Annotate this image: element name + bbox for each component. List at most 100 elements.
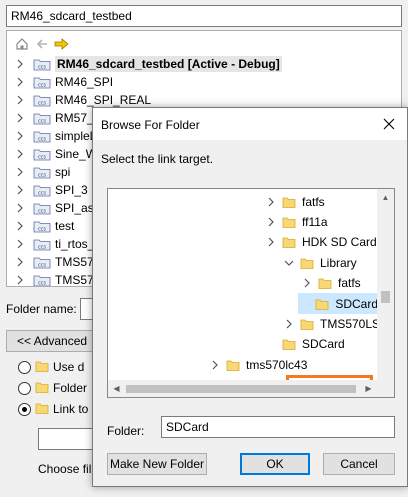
vertical-scrollbar[interactable]: ▲ [377,189,394,382]
home-icon[interactable] [13,35,31,53]
link-target-input[interactable] [38,428,98,450]
chevron-right-icon[interactable] [13,239,27,249]
back-arrow-icon[interactable] [33,35,51,53]
folder-icon [300,256,314,270]
svg-text:ccs: ccs [38,173,46,179]
chevron-right-icon[interactable] [13,221,27,231]
chevron-right-icon[interactable] [264,197,278,207]
folder-icon [318,276,332,290]
svg-text:ccs: ccs [38,191,46,197]
cancel-button[interactable]: Cancel [323,453,395,475]
project-item[interactable]: ccs SPI_3 [7,181,88,199]
dialog-description: Select the link target. [101,152,214,166]
option-radio-row[interactable]: Use d [18,358,84,376]
chevron-right-icon[interactable] [13,167,27,177]
project-label: SPI_3 [55,183,88,197]
folder-label: SDCard [335,296,378,311]
chevron-right-icon[interactable] [13,149,27,159]
project-item[interactable]: ccs SPI_as_ [7,199,100,217]
horizontal-scrollbar[interactable]: ◀ ▶ [108,380,394,397]
ccs-project-icon: ccs [33,129,51,143]
folder-item[interactable]: tms570lc43 [208,354,307,375]
project-item[interactable]: ccs RM57_C [7,109,102,127]
project-label: simpleL [55,129,97,143]
project-label: spi [55,165,71,179]
project-item[interactable]: ccs ti_rtos_ [7,235,94,253]
chevron-right-icon[interactable] [300,278,314,288]
folder-icon [35,359,49,376]
chevron-right-icon[interactable] [282,319,296,329]
forward-arrow-icon[interactable] [53,35,71,53]
svg-text:ccs: ccs [38,281,46,287]
make-new-folder-button[interactable]: Make New Folder [107,453,207,475]
folder-item[interactable]: SDCard [264,334,345,355]
folder-label: Library [320,255,357,270]
chevron-right-icon[interactable] [13,95,27,105]
ccs-project-icon: ccs [33,273,51,287]
option-radio-row[interactable]: Folder [18,379,87,397]
project-path-input[interactable]: RM46_sdcard_testbed [6,5,402,27]
project-item[interactable]: ccs TMS570 [7,253,100,271]
project-item[interactable]: ccs Sine_W [7,145,97,163]
svg-text:ccs: ccs [38,83,46,89]
radio-button[interactable] [18,402,31,416]
chevron-down-icon[interactable] [282,259,296,267]
chevron-right-icon[interactable] [264,237,278,247]
folder-item[interactable]: fatfs [300,273,361,294]
chevron-right-icon[interactable] [13,257,27,267]
project-label: RM46_sdcard_testbed [Active - Debug] [55,56,282,72]
project-label: ti_rtos_ [55,237,95,251]
chevron-right-icon[interactable] [13,275,27,285]
folder-item[interactable]: fatfs [264,191,325,212]
folder-tree[interactable]: fatfs ff11a HDK SD Card Library fatfs SDCard T… [107,188,395,398]
chevron-right-icon[interactable] [208,360,222,370]
vertical-scroll-thumb[interactable] [381,291,390,303]
ccs-project-icon: ccs [33,93,51,107]
folder-name-label: Folder name: [6,302,77,316]
ccs-project-icon: ccs [33,255,51,269]
project-item[interactable]: ccs spi [7,163,70,181]
chevron-right-icon[interactable] [13,77,27,87]
svg-text:ccs: ccs [38,137,46,143]
svg-text:ccs: ccs [38,101,46,107]
option-radio-row[interactable]: Link to [18,400,88,418]
folder-item[interactable]: Library [282,252,357,273]
folder-label: tms570lc43 [246,357,308,372]
option-label: Link to [53,402,89,416]
ccs-project-icon: ccs [33,201,51,215]
chevron-right-icon[interactable] [13,131,27,141]
folder-item-selected[interactable]: SDCard [298,293,378,314]
folder-icon [282,215,296,229]
folder-item[interactable]: HDK SD Card [264,232,377,253]
project-item[interactable]: ccs RM46_SPI [7,73,113,91]
chevron-right-icon[interactable] [264,217,278,227]
chevron-right-icon[interactable] [13,203,27,213]
svg-text:ccs: ccs [38,155,46,161]
folder-icon [282,235,296,249]
chevron-right-icon[interactable] [13,59,27,69]
radio-button[interactable] [18,381,31,395]
project-item[interactable]: ccs TMS570 [7,271,100,287]
ccs-project-icon: ccs [33,111,51,125]
chevron-right-icon[interactable] [13,113,27,123]
folder-icon [282,337,296,351]
ccs-project-icon: ccs [33,183,51,197]
project-label: Sine_W [55,147,98,161]
chevron-right-icon[interactable] [13,185,27,195]
dialog-title: Browse For Folder [101,118,200,132]
project-item[interactable]: ccs test [7,217,74,235]
folder-input[interactable]: SDCard [161,416,395,438]
close-icon[interactable] [371,108,407,140]
project-item[interactable]: ccs RM46_sdcard_testbed [Active - Debug] [7,55,282,73]
ccs-project-icon: ccs [33,165,51,179]
folder-label: fatfs [338,276,361,291]
browse-for-folder-dialog: Browse For Folder Select the link target… [92,107,408,487]
advanced-button[interactable]: << Advanced [6,330,96,352]
tree-toolbar [13,35,71,53]
folder-item[interactable]: ff11a [264,211,328,232]
radio-button[interactable] [18,360,31,374]
ok-button[interactable]: OK [240,453,310,475]
project-item[interactable]: ccs simpleL [7,127,96,145]
horizontal-scroll-thumb[interactable] [126,385,356,393]
project-label: RM46_SPI_REAL [55,93,152,107]
